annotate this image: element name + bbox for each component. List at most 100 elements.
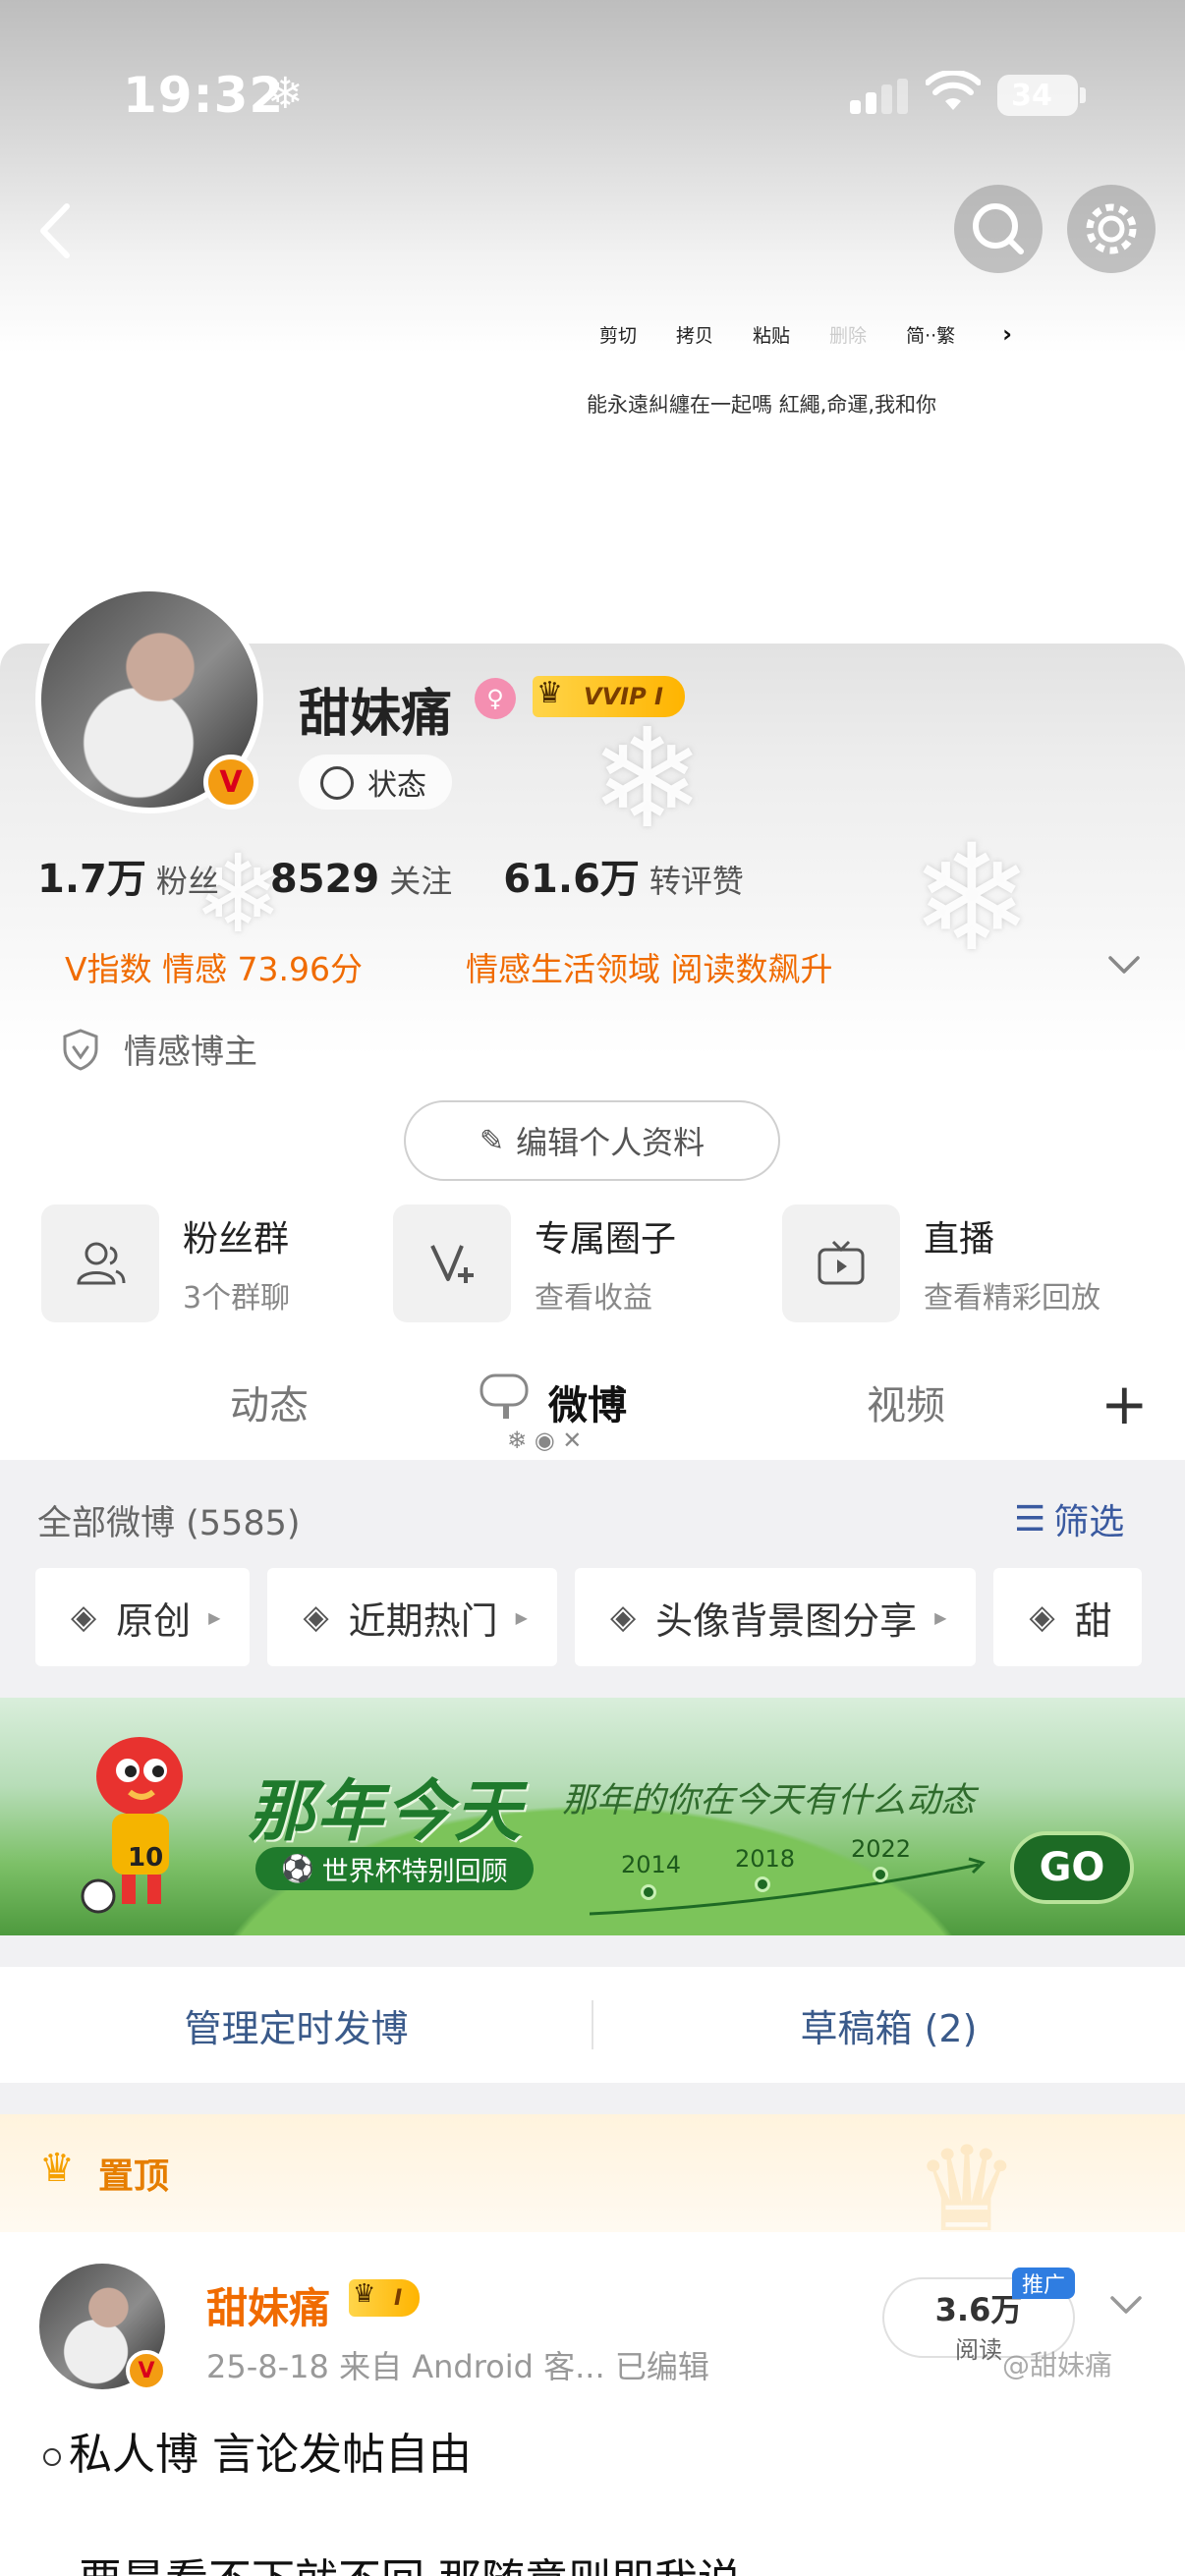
layers-icon: ◈ — [303, 1597, 329, 1637]
exclusive-circle-title: 专属圈子 — [535, 1219, 677, 1260]
verified-v-badge-icon: V — [203, 755, 258, 810]
post-meta: 25-8-18 来自 Android 客... 已编辑 — [206, 2348, 709, 2385]
mailbox-icon — [480, 1373, 529, 1419]
snowflake-decoration-icon: ❄ — [590, 700, 705, 860]
paste-menu-item[interactable]: 粘贴 — [753, 321, 790, 348]
tab-weibo[interactable]: 微博 — [548, 1373, 627, 1430]
fan-group-title: 粉丝群 — [183, 1219, 290, 1260]
users-icon — [41, 1204, 159, 1322]
timeline-dot — [873, 1867, 888, 1882]
timeline-dot — [641, 1884, 656, 1900]
tab-video[interactable]: 视频 — [867, 1373, 945, 1430]
status-face-icon — [320, 766, 354, 800]
live-sub: 查看精彩回放 — [924, 1281, 1100, 1316]
exclusive-circle-entry[interactable]: 专属圈子 查看收益 — [393, 1204, 676, 1322]
weibo-filter-section: 全部微博 (5585) ☰ 筛选 ◈ 原创 ▶ ◈ 近期热门 ▶ ◈ 头像背景图… — [0, 1460, 1185, 1696]
likes-count: 61.6万 — [503, 857, 640, 902]
status-bar: 19:32 ❄ 34 — [0, 0, 1185, 187]
settings-button[interactable] — [1067, 185, 1156, 273]
post-vip-label: I — [394, 2285, 403, 2311]
schedule-posts-button[interactable]: 管理定时发博 — [0, 1967, 592, 2083]
layers-icon: ◈ — [71, 1597, 97, 1637]
live-entry[interactable]: 直播 查看精彩回放 — [782, 1204, 1100, 1322]
fans-stat[interactable]: 1.7万 粉丝 — [37, 847, 219, 904]
pinned-header: ♛ 置顶 ♛ — [0, 2114, 1185, 2259]
post-text-line-2: 要是看不下就不回 那随意则即我说 — [79, 2545, 741, 2576]
tv-play-icon — [782, 1204, 900, 1322]
fans-label: 粉丝 — [155, 863, 219, 900]
copy-paste-toolbar: 剪切 拷贝 粘贴 删除 简··繁 › — [599, 312, 1012, 356]
search-button[interactable] — [954, 185, 1043, 273]
drafts-button[interactable]: 草稿箱 (2) — [592, 1967, 1185, 2083]
filter-button[interactable]: ☰ 筛选 — [1014, 1493, 1124, 1544]
simplified-traditional-menu-item[interactable]: 简··繁 — [906, 321, 955, 348]
chip-avatar-background[interactable]: ◈ 头像背景图分享 ▶ — [574, 1568, 977, 1666]
back-arrow-icon[interactable] — [29, 196, 88, 265]
profile-tabs: 动态 微博 ❄ ◉ ✕ 视频 + — [0, 1356, 1185, 1460]
pinned-post[interactable]: V 甜妹痛 ♛ I 25-8-18 来自 Android 客... 已编辑 3.… — [0, 2232, 1185, 2576]
banner-title: 那年今天 — [248, 1773, 524, 1851]
cut-menu-item[interactable]: 剪切 — [599, 321, 637, 348]
fan-group-entry[interactable]: 粉丝群 3个群聊 — [41, 1204, 290, 1322]
chip-recent-hot[interactable]: ◈ 近期热门 ▶ — [267, 1568, 557, 1666]
chip-more[interactable]: ◈ 甜 — [993, 1568, 1142, 1666]
v-index-text[interactable]: V指数 情感 73.96分 — [65, 943, 363, 990]
sparkle-decoration-icon: ✦ — [1120, 586, 1139, 610]
delete-menu-item[interactable]: 删除 — [829, 321, 867, 348]
watermark: @甜妹痛 — [1002, 2349, 1113, 2381]
post-author[interactable]: 甜妹痛 — [206, 2275, 330, 2335]
tab-decoration-icon: ❄ ◉ ✕ — [507, 1427, 583, 1454]
weibo-mascot-icon — [81, 1737, 183, 1914]
mascot-jersey-number: 10 — [128, 1843, 164, 1873]
vip-badge-label: VVIP I — [584, 683, 663, 710]
wifi-icon — [926, 71, 981, 110]
chevron-down-icon[interactable] — [1104, 945, 1144, 984]
on-this-day-banner[interactable]: 10 那年今天 那年的你在今天有什么动态 ⚽ 世界杯特别回顾 2014 2018… — [0, 1698, 1185, 1935]
bone-decoration-icon — [931, 580, 1040, 631]
blogger-tag[interactable]: 情感博主 — [61, 1025, 257, 1073]
copy-menu-item[interactable]: 拷贝 — [676, 321, 713, 348]
blogger-tag-label: 情感博主 — [124, 1033, 257, 1072]
layers-icon: ◈ — [1029, 1597, 1055, 1637]
chip-label: 甜 — [1074, 1598, 1112, 1643]
bullet-icon — [43, 2448, 61, 2466]
edit-profile-label: 编辑个人资料 — [516, 1124, 705, 1161]
chevron-right-icon[interactable]: › — [1002, 320, 1012, 348]
chevron-down-icon[interactable] — [1106, 2285, 1146, 2324]
following-count: 8529 — [269, 857, 380, 902]
go-button[interactable]: GO — [1010, 1831, 1134, 1904]
likes-label: 转评赞 — [649, 863, 744, 900]
status-button[interactable]: 状态 — [299, 755, 452, 810]
gear-icon — [1086, 203, 1137, 254]
category-chip-row: ◈ 原创 ▶ ◈ 近期热门 ▶ ◈ 头像背景图分享 ▶ ◈ 甜 — [35, 1568, 1159, 1666]
football-icon: ⚽ — [281, 1854, 314, 1884]
edit-profile-button[interactable]: ✎ 编辑个人资料 — [404, 1100, 780, 1181]
tab-dynamic[interactable]: 动态 — [230, 1373, 309, 1430]
selected-text[interactable]: 能永遠糾纏在一起嗎 紅繩,命運,我和你 — [587, 389, 936, 419]
year-label: 2014 — [621, 1851, 682, 1878]
caret-right-icon: ▶ — [934, 1607, 947, 1627]
vip-badge[interactable]: ♛ VVIP I — [533, 676, 685, 717]
profile-username: 甜妹痛 — [299, 685, 453, 744]
following-label: 关注 — [389, 863, 453, 900]
female-gender-icon: ♀ — [475, 678, 516, 719]
post-management-bar: 管理定时发博 草稿箱 (2) — [0, 1967, 1185, 2083]
pencil-icon: ✎ — [479, 1123, 505, 1158]
likes-stat[interactable]: 61.6万 转评赞 — [503, 847, 744, 904]
paw-decoration-icon: ● — [1051, 591, 1090, 642]
timeline-dot — [755, 1876, 770, 1892]
add-tab-icon[interactable]: + — [1100, 1375, 1149, 1432]
chip-label: 头像背景图分享 — [655, 1598, 918, 1643]
filter-icon: ☰ — [1014, 1498, 1046, 1540]
domain-text[interactable]: 情感生活领域 阅读数飙升 — [466, 943, 833, 990]
promote-badge[interactable]: 推广 — [1012, 2268, 1076, 2299]
chip-original[interactable]: ◈ 原创 ▶ — [35, 1568, 251, 1666]
fans-count: 1.7万 — [37, 857, 146, 902]
v-plus-icon — [393, 1204, 511, 1322]
crown-icon: ♛ — [39, 2146, 75, 2191]
live-title: 直播 — [924, 1219, 995, 1260]
exclusive-circle-sub: 查看收益 — [535, 1281, 652, 1316]
chip-label: 原创 — [116, 1598, 192, 1643]
following-stat[interactable]: 8529 关注 — [270, 857, 452, 902]
post-vip-badge[interactable]: ♛ I — [349, 2279, 421, 2317]
